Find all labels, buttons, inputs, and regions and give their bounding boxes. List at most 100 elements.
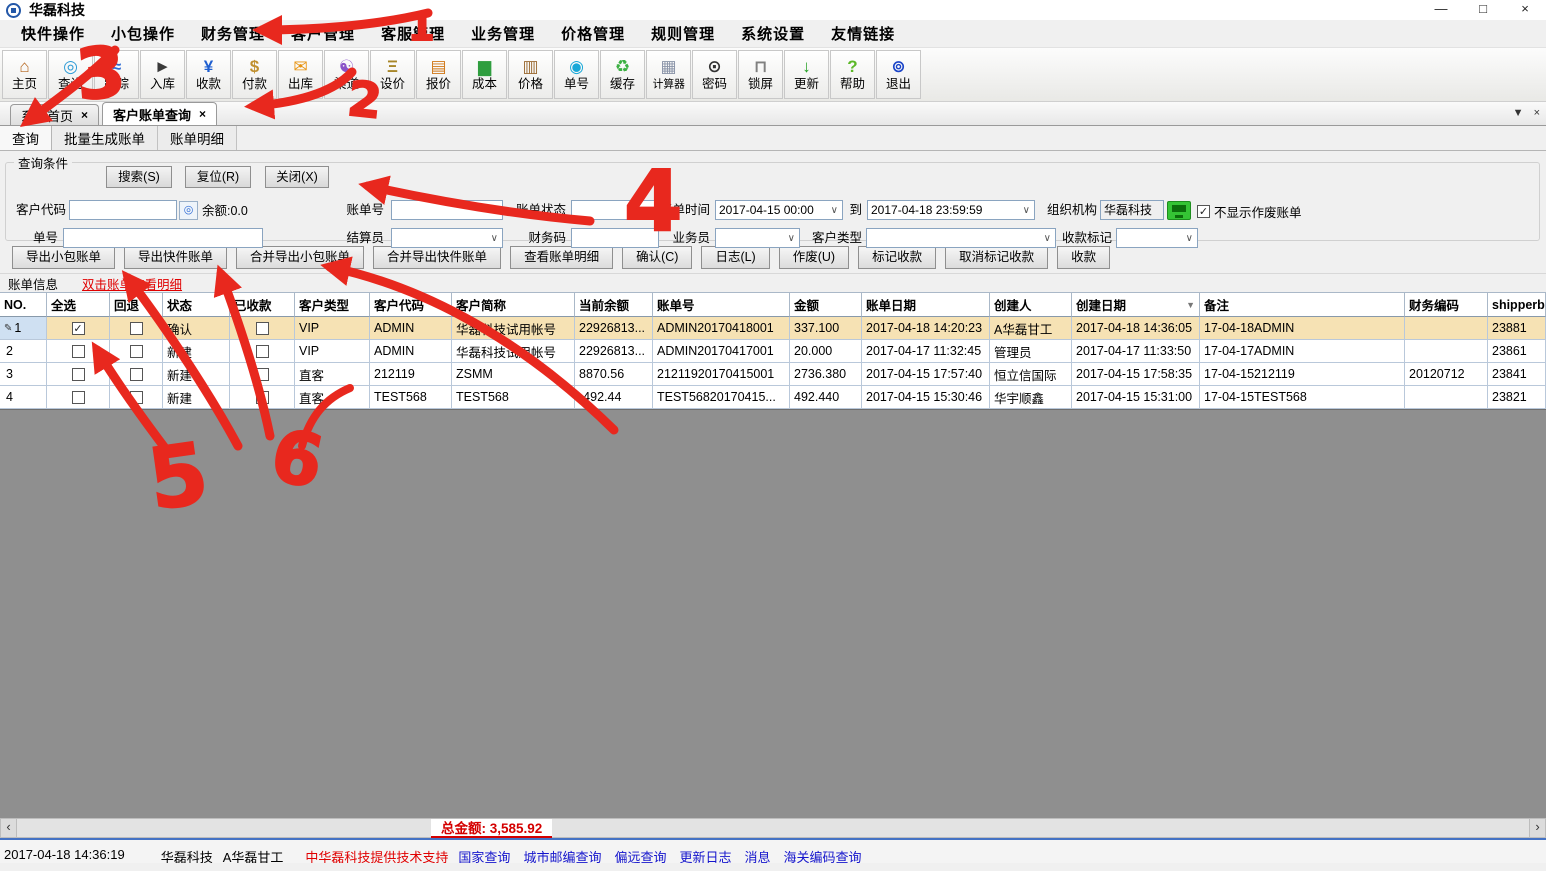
table-row[interactable]: ✎1 ✓ 确认 VIP ADMIN 华磊科技试用帐号 22926813... A… <box>0 317 1546 340</box>
menu-item[interactable]: 业务管理 <box>458 23 548 44</box>
bill-time-to-select[interactable]: 2017-04-18 23:59:59 ∨ <box>867 200 1035 220</box>
tabbar-close-icon[interactable]: × <box>1534 107 1540 119</box>
toolbar-button[interactable]: ⊚ 退出 <box>876 50 921 99</box>
action-button[interactable]: 合并导出小包账单 <box>236 246 364 269</box>
status-link[interactable]: 更新日志 <box>679 847 731 863</box>
org-input[interactable]: 华磊科技 <box>1100 200 1164 220</box>
table-row[interactable]: 3 新建 直客 212119 ZSMM 8870.56 212119201704… <box>0 363 1546 386</box>
column-header[interactable]: 已收款 <box>230 292 295 317</box>
cell-received[interactable] <box>230 363 295 386</box>
rollback-checkbox[interactable] <box>130 368 143 381</box>
search-button[interactable]: 搜索(S) <box>106 166 172 188</box>
sub-tab[interactable]: 账单明细 <box>158 126 237 150</box>
document-tab[interactable]: 客户账单查询 × <box>102 102 217 125</box>
toolbar-button[interactable]: ▦ 计算器 <box>646 50 691 99</box>
cell-select[interactable] <box>47 386 110 409</box>
customer-code-input[interactable] <box>69 200 177 220</box>
status-link[interactable]: 国家查询 <box>458 847 510 863</box>
rollback-checkbox[interactable] <box>130 391 143 404</box>
bill-time-from-select[interactable]: 2017-04-15 00:00 ∨ <box>715 200 843 220</box>
status-link[interactable]: 偏远查询 <box>614 847 666 863</box>
column-header[interactable]: 创建日期 ▼ <box>1072 292 1200 317</box>
menu-item[interactable]: 系统设置 <box>728 23 818 44</box>
action-button[interactable]: 合并导出快件账单 <box>373 246 501 269</box>
column-header[interactable]: 金额 <box>790 292 862 317</box>
salesman-select[interactable]: ∨ <box>715 228 800 248</box>
menu-item[interactable]: 财务管理 <box>188 23 278 44</box>
hide-void-checkbox-group[interactable]: ✓ 不显示作废账单 <box>1197 202 1302 221</box>
menu-item[interactable]: 规则管理 <box>638 23 728 44</box>
cell-received[interactable] <box>230 386 295 409</box>
select-checkbox[interactable]: ✓ <box>72 322 85 335</box>
column-header[interactable]: 全选 <box>47 292 110 317</box>
menu-item[interactable]: 客户管理 <box>278 23 368 44</box>
action-button[interactable]: 日志(L) <box>701 246 769 269</box>
menu-item[interactable]: 友情链接 <box>818 23 908 44</box>
status-link[interactable]: 海关编码查询 <box>784 847 862 863</box>
cell-rollback[interactable] <box>110 317 163 340</box>
tab-close-icon[interactable]: × <box>199 107 206 121</box>
toolbar-button[interactable]: ¥ 收款 <box>186 50 231 99</box>
received-checkbox[interactable] <box>256 322 269 335</box>
scroll-left-icon[interactable]: ‹ <box>1 819 17 837</box>
customer-lookup-icon[interactable]: ◎ <box>179 201 198 220</box>
toolbar-button[interactable]: ⊙ 密码 <box>692 50 737 99</box>
toolbar-button[interactable]: ☯ 渠道 <box>324 50 369 99</box>
finance-code-input[interactable] <box>571 228 659 248</box>
bill-no-input[interactable] <box>391 200 503 220</box>
sub-tab[interactable]: 查询 <box>0 126 52 150</box>
toolbar-button[interactable]: Ξ 设价 <box>370 50 415 99</box>
column-header[interactable]: 状态 <box>163 292 230 317</box>
received-checkbox[interactable] <box>256 345 269 358</box>
cell-received[interactable] <box>230 340 295 363</box>
payment-mark-select[interactable]: ∨ <box>1116 228 1198 248</box>
toolbar-button[interactable]: ↓ 更新 <box>784 50 829 99</box>
tab-overflow-icon[interactable]: ▼ <box>1513 107 1524 119</box>
menu-item[interactable]: 小包操作 <box>98 23 188 44</box>
cell-select[interactable] <box>47 340 110 363</box>
received-checkbox[interactable] <box>256 368 269 381</box>
column-header[interactable]: 客户代码 <box>370 292 452 317</box>
cell-rollback[interactable] <box>110 340 163 363</box>
menu-item[interactable]: 快件操作 <box>8 23 98 44</box>
tab-close-icon[interactable]: × <box>81 108 88 122</box>
action-button[interactable]: 标记收款 <box>858 246 936 269</box>
received-checkbox[interactable] <box>256 391 269 404</box>
minimize-button[interactable]: — <box>1420 0 1462 20</box>
status-link[interactable]: 消息 <box>744 847 770 863</box>
toolbar-button[interactable]: ◉ 单号 <box>554 50 599 99</box>
scroll-right-icon[interactable]: › <box>1529 819 1545 837</box>
status-link[interactable]: 城市邮编查询 <box>523 847 601 863</box>
toolbar-button[interactable]: ? 帮助 <box>830 50 875 99</box>
rollback-checkbox[interactable] <box>130 322 143 335</box>
select-checkbox[interactable] <box>72 368 85 381</box>
column-header[interactable]: 回退 <box>110 292 163 317</box>
action-button[interactable]: 导出快件账单 <box>124 246 227 269</box>
column-header[interactable]: 客户类型 <box>295 292 370 317</box>
action-button[interactable]: 作废(U) <box>779 246 849 269</box>
table-row[interactable]: 4 新建 直客 TEST568 TEST568 -492.44 TEST5682… <box>0 386 1546 409</box>
close-button[interactable]: × <box>1504 0 1546 20</box>
org-select-icon[interactable] <box>1167 201 1191 220</box>
cell-select[interactable] <box>47 363 110 386</box>
action-button[interactable]: 查看账单明细 <box>510 246 613 269</box>
toolbar-button[interactable]: ⌂ 主页 <box>2 50 47 99</box>
toolbar-button[interactable]: ▥ 价格 <box>508 50 553 99</box>
sort-arrow-icon[interactable]: ▼ <box>1186 300 1195 310</box>
column-header[interactable]: shipperbi <box>1488 292 1546 317</box>
menu-item[interactable]: 价格管理 <box>548 23 638 44</box>
cell-select[interactable]: ✓ <box>47 317 110 340</box>
toolbar-button[interactable]: ✉ 出库 <box>278 50 323 99</box>
bill-status-select[interactable]: ∨ <box>571 200 659 220</box>
column-header[interactable]: 当前余额 <box>575 292 653 317</box>
toolbar-button[interactable]: ⊓ 锁屏 <box>738 50 783 99</box>
column-header[interactable]: 备注 <box>1200 292 1405 317</box>
cell-rollback[interactable] <box>110 386 163 409</box>
toolbar-button[interactable]: ♻ 缓存 <box>600 50 645 99</box>
toolbar-button[interactable]: ≈ 跟踪 <box>94 50 139 99</box>
reset-button[interactable]: 复位(R) <box>185 166 251 188</box>
table-row[interactable]: 2 新建 VIP ADMIN 华磊科技试用帐号 22926813... ADMI… <box>0 340 1546 363</box>
select-checkbox[interactable] <box>72 391 85 404</box>
select-checkbox[interactable] <box>72 345 85 358</box>
cell-rollback[interactable] <box>110 363 163 386</box>
